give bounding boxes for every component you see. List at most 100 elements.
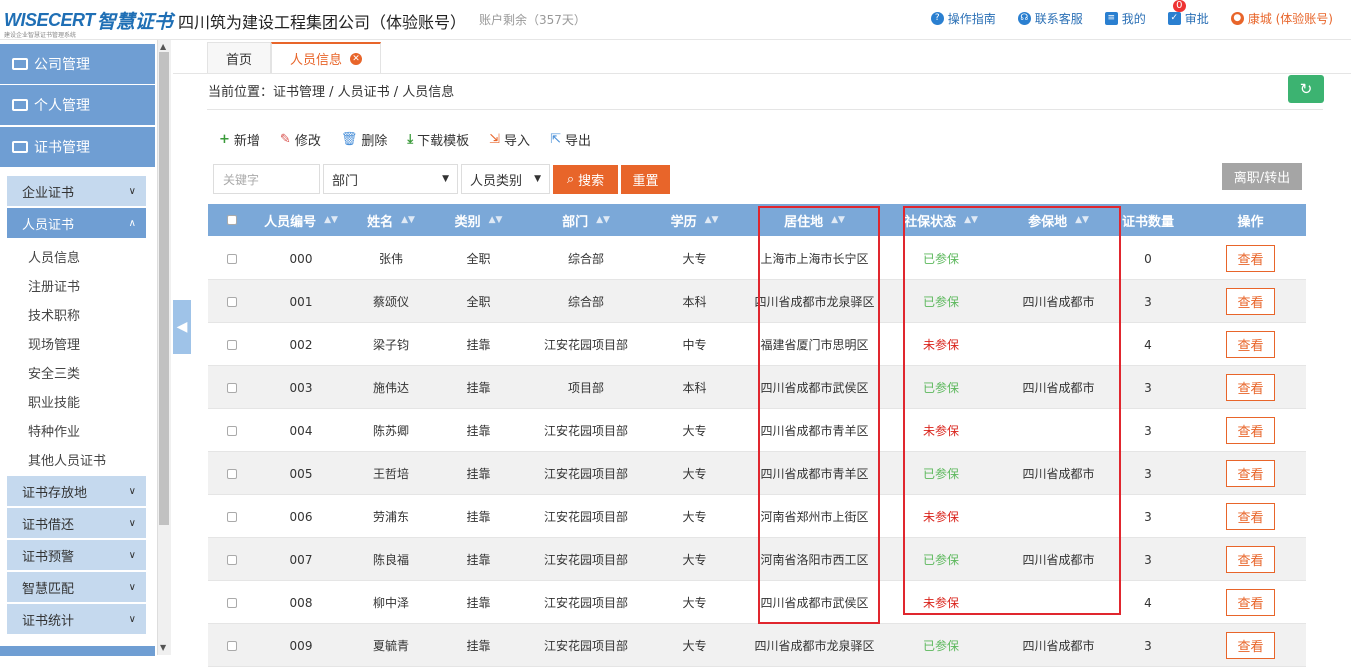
sidebar-group-personnel[interactable]: 人员证书 ∧ xyxy=(7,208,146,238)
table-row[interactable]: 000 张伟 全职 综合部 大专 上海市上海市长宁区 已参保 0 查看 xyxy=(208,237,1306,280)
keyword-input[interactable]: 关键字 xyxy=(213,164,320,194)
view-button[interactable]: 查看 xyxy=(1226,460,1275,487)
select-all-checkbox[interactable] xyxy=(208,204,256,236)
col-type[interactable]: 类别 ▲▼ xyxy=(436,204,521,236)
table-row[interactable]: 002 梁子钧 挂靠 江安花园项目部 中专 福建省厦门市思明区 未参保 4 查看 xyxy=(208,323,1306,366)
guide-link[interactable]: ? 操作指南 xyxy=(930,10,996,27)
view-button[interactable]: 查看 xyxy=(1226,374,1275,401)
delete-button[interactable]: 🗑 删除 xyxy=(341,130,388,149)
sidebar-scrollbar-thumb[interactable] xyxy=(159,52,169,525)
support-link[interactable]: ☊ 联系客服 xyxy=(1017,10,1083,27)
view-button[interactable]: 查看 xyxy=(1226,546,1275,573)
row-checkbox[interactable] xyxy=(208,323,256,366)
sidebar-group-storage[interactable]: 证书存放地 ∨ xyxy=(7,476,146,506)
cell-insurance-place: 四川省成都市 xyxy=(1022,639,1095,653)
row-checkbox[interactable] xyxy=(208,280,256,323)
cell-id: 007 xyxy=(289,552,313,567)
group-label: 智慧匹配 xyxy=(22,581,75,597)
close-icon[interactable]: ✕ xyxy=(350,52,363,65)
col-id[interactable]: 人员编号 ▲▼ xyxy=(256,204,346,236)
cell-id: 000 xyxy=(289,251,313,266)
cell-dept: 江安花园项目部 xyxy=(543,338,628,352)
sidebar-group-match[interactable]: 智慧匹配 ∨ xyxy=(7,572,146,602)
view-button[interactable]: 查看 xyxy=(1226,417,1275,444)
row-checkbox[interactable] xyxy=(208,624,256,667)
table-row[interactable]: 001 蔡颂仪 全职 综合部 本科 四川省成都市龙泉驿区 已参保 四川省成都市 3 查看 xyxy=(208,280,1306,323)
table-row[interactable]: 006 劳浦东 挂靠 江安花园项目部 大专 河南省郑州市上街区 未参保 3 查看 xyxy=(208,495,1306,538)
table-row[interactable]: 007 陈良福 挂靠 江安花园项目部 大专 河南省洛阳市西工区 已参保 四川省成都市 3 查看 xyxy=(208,538,1306,581)
sidebar-item-registered-cert[interactable]: 注册证书 xyxy=(28,276,80,295)
row-checkbox[interactable] xyxy=(208,452,256,495)
table-row[interactable]: 008 柳中泽 挂靠 江安花园项目部 大专 四川省成都市武侯区 未参保 4 查看 xyxy=(208,581,1306,624)
download-template-button[interactable]: ⤓ 下载模板 xyxy=(407,130,469,149)
sidebar-group-stats[interactable]: 证书统计 ∨ xyxy=(7,604,146,634)
tab-personnel-info[interactable]: 人员信息 ✕ xyxy=(271,42,382,73)
reset-button[interactable]: 重置 xyxy=(621,164,670,194)
sidebar-item-safety[interactable]: 安全三类 xyxy=(28,363,80,382)
dept-select[interactable]: 部门 ▼ xyxy=(323,164,458,194)
add-button[interactable]: + 新增 xyxy=(219,130,260,149)
scroll-up-icon[interactable]: ▲ xyxy=(160,42,166,51)
row-checkbox[interactable] xyxy=(208,237,256,280)
document-icon: ≡ xyxy=(1104,12,1118,25)
sidebar-item-tech-title[interactable]: 技术职称 xyxy=(28,305,80,324)
sidebar-item-other-cert[interactable]: 其他人员证书 xyxy=(28,450,106,469)
table-row[interactable]: 009 夏毓青 挂靠 江安花园项目部 大专 四川省成都市龙泉驿区 已参保 四川省成都市 3 查看 xyxy=(208,624,1306,667)
chevron-down-icon: ∨ xyxy=(128,185,136,197)
leave-transfer-button[interactable]: 离职/转出 xyxy=(1222,163,1302,190)
type-select[interactable]: 人员类别 ▼ xyxy=(461,164,550,194)
scroll-down-icon[interactable]: ▼ xyxy=(160,643,166,652)
edit-button[interactable]: ✎ 修改 xyxy=(280,130,321,149)
row-checkbox[interactable] xyxy=(208,409,256,452)
sidebar-group-warning[interactable]: 证书预警 ∨ xyxy=(7,540,146,570)
user-menu[interactable]: ● 康城 (体验账号) xyxy=(1230,10,1333,27)
mine-link[interactable]: ≡ 我的 xyxy=(1104,10,1146,27)
sidebar-item-special-ops[interactable]: 特种作业 xyxy=(28,421,80,440)
col-dept[interactable]: 部门 ▲▼ xyxy=(521,204,651,236)
view-button[interactable]: 查看 xyxy=(1226,589,1275,616)
cell-name: 施伟达 xyxy=(372,381,409,395)
row-checkbox[interactable] xyxy=(208,581,256,624)
refresh-button[interactable]: ↻ xyxy=(1288,75,1324,103)
col-edu[interactable]: 学历 ▲▼ xyxy=(651,204,738,236)
export-button[interactable]: ⇱ 导出 xyxy=(550,130,591,149)
approve-link[interactable]: 0 ✓ 审批 xyxy=(1167,0,1209,27)
sidebar-module-company[interactable]: 公司管理 xyxy=(0,44,155,84)
search-button[interactable]: ⌕ 搜索 xyxy=(553,164,618,194)
sidebar-module-personal[interactable]: 个人管理 xyxy=(0,85,155,125)
col-cert-count[interactable]: 证书数量 xyxy=(1120,204,1176,236)
sidebar-item-site-mgmt[interactable]: 现场管理 xyxy=(28,334,80,353)
sidebar-item-personnel-info[interactable]: 人员信息 xyxy=(28,247,80,266)
row-checkbox[interactable] xyxy=(208,538,256,581)
view-button[interactable]: 查看 xyxy=(1226,288,1275,315)
table-row[interactable]: 004 陈苏卿 挂靠 江安花园项目部 大专 四川省成都市青羊区 未参保 3 查看 xyxy=(208,409,1306,452)
checkbox xyxy=(227,468,237,479)
tab-home[interactable]: 首页 xyxy=(207,42,272,73)
cell-type: 全职 xyxy=(466,295,491,309)
view-button[interactable]: 查看 xyxy=(1226,503,1275,530)
cell-action: 查看 xyxy=(1208,495,1293,538)
module-label: 证书管理 xyxy=(34,140,90,156)
view-button[interactable]: 查看 xyxy=(1226,331,1275,358)
cell-type: 全职 xyxy=(466,252,491,266)
table-row[interactable]: 005 王哲培 挂靠 江安花园项目部 大专 四川省成都市青羊区 已参保 四川省成都市 3 查看 xyxy=(208,452,1306,495)
import-button[interactable]: ⇲ 导入 xyxy=(489,130,530,149)
cell-id: 008 xyxy=(289,595,313,610)
checkbox xyxy=(227,215,237,225)
group-label: 证书统计 xyxy=(22,613,75,629)
row-checkbox[interactable] xyxy=(208,495,256,538)
col-name[interactable]: 姓名 ▲▼ xyxy=(346,204,436,236)
view-button[interactable]: 查看 xyxy=(1226,245,1275,272)
cell-id: 001 xyxy=(289,294,313,309)
collapse-sidebar-button[interactable]: ◀ xyxy=(173,300,191,354)
row-checkbox[interactable] xyxy=(208,366,256,409)
logo-subtitle: 建设企业智慧证书管理系统 xyxy=(4,32,77,39)
table-row[interactable]: 003 施伟达 挂靠 项目部 本科 四川省成都市武侯区 已参保 四川省成都市 3 查看 xyxy=(208,366,1306,409)
sidebar-group-borrow[interactable]: 证书借还 ∨ xyxy=(7,508,146,538)
sidebar-item-skills[interactable]: 职业技能 xyxy=(28,392,80,411)
filter-bar: 关键字 部门 ▼ 人员类别 ▼ ⌕ 搜索 重置 xyxy=(213,164,670,194)
col-label: 证书数量 xyxy=(1121,214,1174,230)
sort-icon: ▲▼ xyxy=(596,215,610,225)
sidebar-module-certificate[interactable]: 证书管理 xyxy=(0,127,155,167)
sidebar-group-enterprise[interactable]: 企业证书 ∨ xyxy=(7,176,146,206)
